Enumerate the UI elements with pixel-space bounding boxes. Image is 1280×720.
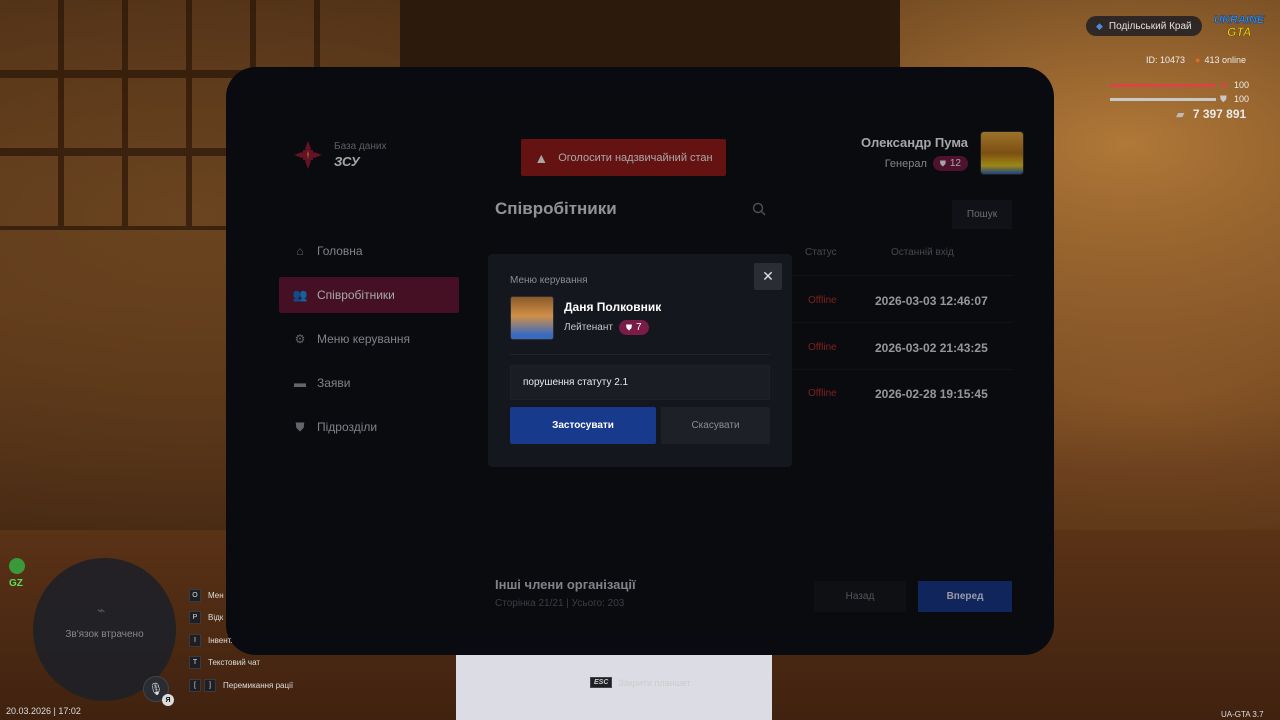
reason-input[interactable] [510, 365, 770, 400]
member-rank-row: Лейтенант ⛊ 7 [564, 320, 649, 335]
member-level: 7 [635, 322, 642, 333]
game-logo-bottom-text: GTA [1227, 25, 1251, 39]
signal-lost-text: Зв'язок втрачено [65, 629, 144, 640]
hotkey-list: O Мен P Відк I Інвент. T Текстовий чат [] Пер… [189, 587, 293, 700]
close-tablet-hint: ESC Закрити планшет [590, 677, 691, 688]
close-icon: ✕ [762, 268, 774, 285]
gz-zone-icon [9, 558, 25, 574]
hotkey-key: O [189, 588, 201, 602]
cancel-button[interactable]: Скасувати [661, 407, 770, 444]
apply-button[interactable]: Застосувати [510, 407, 656, 444]
server-name-pill: ◆ Подільський Край [1086, 16, 1202, 36]
game-logo: UKRAINE GTA [1214, 14, 1265, 40]
hotkey-label: Мен [208, 590, 224, 600]
armor-value: 100 [1234, 94, 1250, 104]
hotkey-label: Відк [208, 613, 224, 622]
mic-key-badge: Я [162, 694, 174, 706]
hotkey-item: T Текстовий чат [189, 655, 293, 671]
close-tablet-label: Закрити планшет [618, 677, 691, 688]
modal-divider [510, 354, 770, 355]
online-dot-icon: ● [1195, 55, 1201, 65]
hotkey-item: O Мен [189, 587, 293, 603]
hotkey-key: ] [204, 678, 216, 692]
hotkey-key: [ [189, 678, 201, 692]
hotkey-label: Текстовий чат [208, 658, 261, 667]
control-menu-modal: Меню керування ✕ Даня Полковник Лейтенан… [488, 254, 792, 467]
member-rank: Лейтенант [564, 322, 613, 333]
money-value: 7 397 891 [1192, 107, 1247, 121]
level-shield-icon: ⛊ [625, 322, 632, 332]
online-count: 413 online [1204, 55, 1247, 65]
money-icon: ▰ [1176, 109, 1185, 121]
date-time: 20.03.2026 | 17:02 [6, 706, 81, 716]
esc-key: ESC [590, 677, 613, 688]
armor-shield-icon: ⛊ [1220, 94, 1227, 104]
hotkey-item: P Відк [189, 610, 293, 626]
player-id: ID: 10473 [1146, 55, 1186, 65]
armor-bar [1110, 98, 1216, 101]
server-shield-icon: ◆ [1096, 20, 1103, 31]
money-display: ▰ 7 397 891 [1176, 107, 1246, 121]
modal-title: Меню керування [510, 275, 588, 286]
health-cross-icon: ✚ [1220, 80, 1228, 90]
member-name: Даня Полковник [564, 300, 662, 314]
server-name: Подільський Край [1108, 20, 1192, 32]
game-version: UA-GTA 3.7 [1221, 710, 1264, 719]
health-bar [1110, 84, 1216, 87]
member-avatar [510, 296, 554, 340]
member-level-badge: ⛊ 7 [618, 320, 649, 335]
hotkey-label: Перемикання рації [223, 680, 294, 690]
close-modal-button[interactable]: ✕ [754, 263, 782, 290]
health-value: 100 [1234, 80, 1250, 90]
no-signal-icon: ⌁ [97, 602, 106, 618]
hotkey-label: Інвент. [208, 635, 233, 645]
hotkey-key: P [189, 611, 201, 624]
hotkey-key: T [189, 656, 201, 669]
hotkey-item: I Інвент. [189, 632, 293, 648]
player-id-line: ID: 10473 ● 413 online [1146, 55, 1246, 65]
gz-label: GZ [9, 578, 23, 589]
hotkey-item: [] Перемикання рації [189, 677, 293, 693]
door-frame [400, 0, 900, 70]
hotkey-key: I [189, 633, 201, 647]
